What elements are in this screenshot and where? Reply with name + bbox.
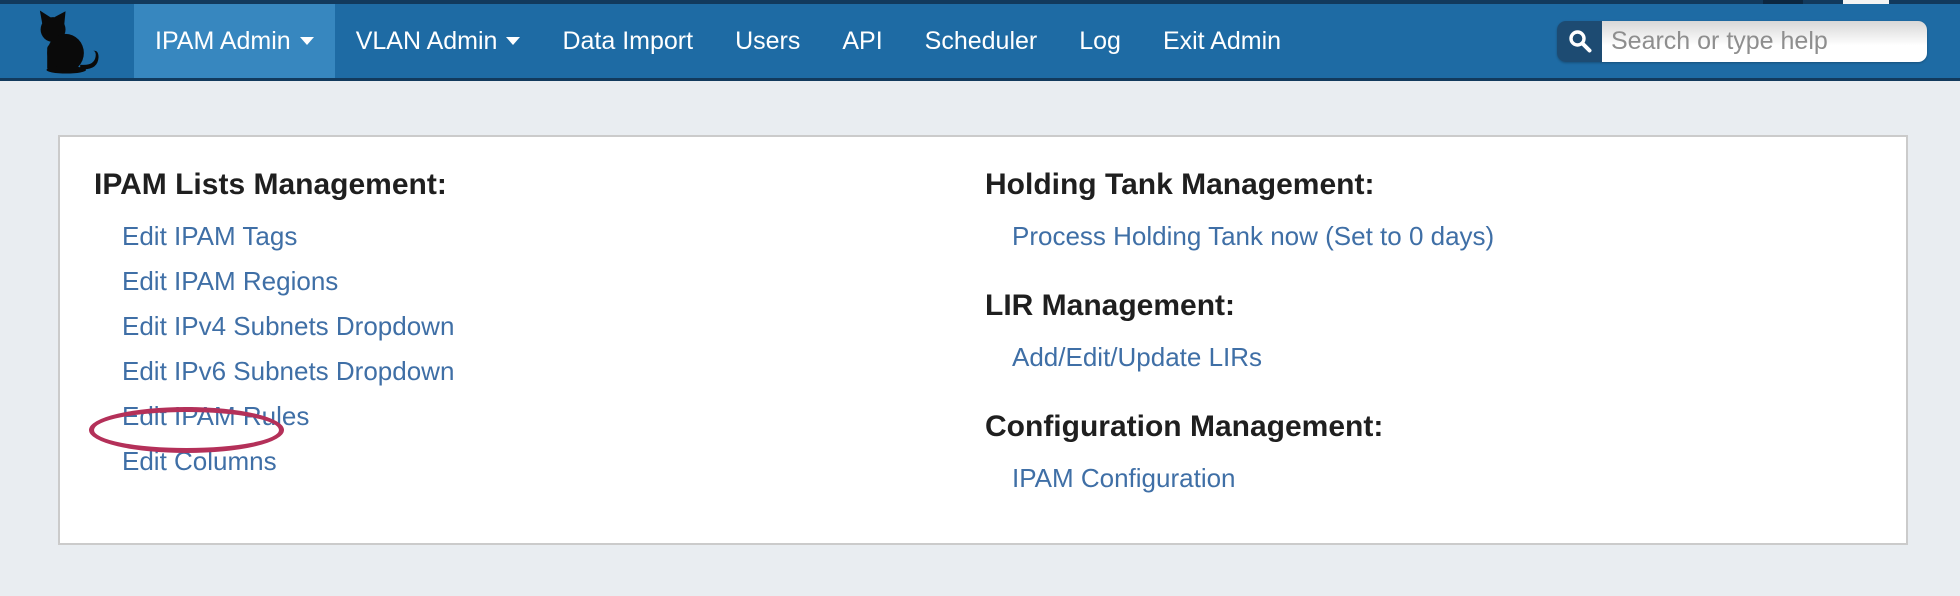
caret-down-icon — [300, 37, 314, 45]
link-edit-ipam-tags[interactable]: Edit IPAM Tags — [122, 221, 297, 251]
holding-tank-heading: Holding Tank Management: — [985, 168, 1494, 202]
list-item: Add/Edit/Update LIRs — [1012, 337, 1494, 382]
list-item: Edit Columns — [122, 441, 454, 486]
nav-label: API — [842, 27, 882, 56]
nav-label: VLAN Admin — [356, 27, 498, 56]
admin-dashboard-panel: IPAM Lists Management: Edit IPAM Tags Ed… — [58, 135, 1908, 545]
link-edit-ipam-rules[interactable]: Edit IPAM Rules — [122, 401, 309, 431]
main-navbar: IPAM Admin VLAN Admin Data Import Users … — [0, 4, 1960, 81]
nav-label: Data Import — [562, 27, 693, 56]
link-edit-ipv6-subnets-dropdown[interactable]: Edit IPv6 Subnets Dropdown — [122, 356, 454, 386]
nav-label: Log — [1079, 27, 1121, 56]
black-cat-icon — [25, 9, 109, 75]
window-top-edge — [0, 0, 1960, 4]
nav-item-data-import[interactable]: Data Import — [541, 4, 714, 78]
link-edit-ipv4-subnets-dropdown[interactable]: Edit IPv4 Subnets Dropdown — [122, 311, 454, 341]
list-item: Edit IPAM Regions — [122, 261, 454, 306]
magnifier-icon — [1567, 28, 1593, 54]
search-button[interactable] — [1557, 21, 1602, 62]
search-input[interactable] — [1602, 21, 1927, 62]
nav-label: Scheduler — [925, 27, 1038, 56]
link-edit-columns[interactable]: Edit Columns — [122, 446, 277, 476]
ipam-lists-heading: IPAM Lists Management: — [94, 168, 454, 202]
nav-item-ipam-admin[interactable]: IPAM Admin — [134, 4, 335, 78]
list-item: Edit IPAM Tags — [122, 216, 454, 261]
app-logo[interactable] — [0, 4, 134, 78]
nav-label: Exit Admin — [1163, 27, 1281, 56]
management-sections: Holding Tank Management: Process Holding… — [985, 168, 1494, 531]
nav-item-vlan-admin[interactable]: VLAN Admin — [335, 4, 542, 78]
top-edge-artifact-light — [1843, 0, 1889, 4]
link-edit-ipam-regions[interactable]: Edit IPAM Regions — [122, 266, 338, 296]
list-item: Edit IPv4 Subnets Dropdown — [122, 306, 454, 351]
nav-label: Users — [735, 27, 800, 56]
list-item: Edit IPv6 Subnets Dropdown — [122, 351, 454, 396]
link-ipam-configuration[interactable]: IPAM Configuration — [1012, 463, 1236, 493]
nav-item-users[interactable]: Users — [714, 4, 821, 78]
holding-tank-section: Holding Tank Management: Process Holding… — [985, 168, 1494, 261]
nav-item-log[interactable]: Log — [1058, 4, 1142, 78]
list-item: IPAM Configuration — [1012, 458, 1494, 503]
list-item: Process Holding Tank now (Set to 0 days) — [1012, 216, 1494, 261]
nav-item-scheduler[interactable]: Scheduler — [904, 4, 1059, 78]
help-search — [1557, 21, 1927, 62]
lir-heading: LIR Management: — [985, 289, 1494, 323]
ipam-lists-links: Edit IPAM Tags Edit IPAM Regions Edit IP… — [94, 216, 454, 486]
nav-label: IPAM Admin — [155, 27, 291, 56]
configuration-heading: Configuration Management: — [985, 410, 1494, 444]
link-add-edit-update-lirs[interactable]: Add/Edit/Update LIRs — [1012, 342, 1262, 372]
link-process-holding-tank[interactable]: Process Holding Tank now (Set to 0 days) — [1012, 221, 1494, 251]
ipam-lists-section: IPAM Lists Management: Edit IPAM Tags Ed… — [94, 168, 454, 486]
lir-section: LIR Management: Add/Edit/Update LIRs — [985, 289, 1494, 382]
list-item: Edit IPAM Rules — [122, 396, 454, 441]
nav-item-api[interactable]: API — [821, 4, 903, 78]
configuration-section: Configuration Management: IPAM Configura… — [985, 410, 1494, 503]
top-edge-artifact-dark — [1763, 0, 1803, 4]
caret-down-icon — [506, 37, 520, 45]
nav-item-exit-admin[interactable]: Exit Admin — [1142, 4, 1302, 78]
